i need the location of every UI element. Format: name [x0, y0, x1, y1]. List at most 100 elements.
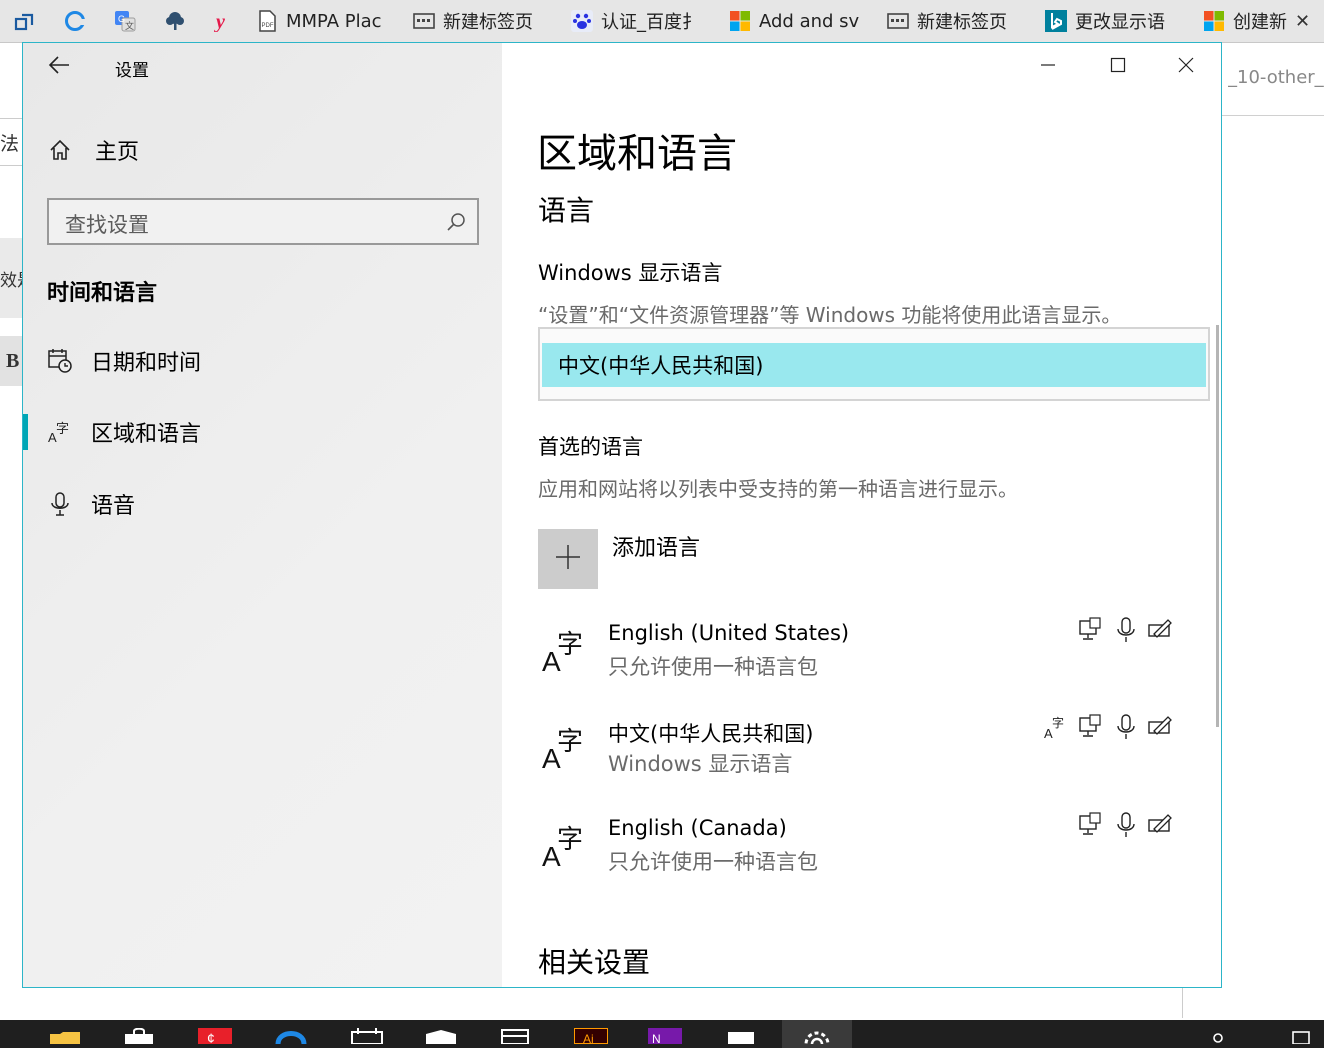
- background-left-block: B: [0, 336, 22, 386]
- svg-text:N: N: [652, 1032, 661, 1044]
- maximize-icon: [1110, 57, 1126, 77]
- background-left-text: B: [6, 350, 20, 372]
- handwriting-icon: [1148, 812, 1172, 838]
- svg-text:字: 字: [56, 422, 69, 437]
- browser-tab-mmpa[interactable]: PDF MMPA Plac: [246, 0, 404, 42]
- taskbar-file-explorer[interactable]: [32, 1020, 98, 1048]
- browser-tab-edge[interactable]: [50, 0, 101, 42]
- edge-browser-icon: [64, 10, 86, 32]
- sidebar-item-label: 日期和时间: [91, 351, 202, 376]
- dropdown-selected-value: 中文(中华人民共和国): [558, 354, 764, 378]
- dropdown-selected-item[interactable]: 中文(中华人民共和国): [542, 343, 1206, 387]
- display-language-dropdown[interactable]: 中文(中华人民共和国): [538, 327, 1210, 401]
- sidebar-section-title: 时间和语言: [47, 281, 158, 306]
- taskbar-illustrator[interactable]: Ai: [558, 1020, 624, 1048]
- minimize-button[interactable]: [1014, 43, 1082, 91]
- taskbar-white-app[interactable]: [708, 1020, 774, 1048]
- browser-tab-create[interactable]: 创建新 ✕: [1193, 0, 1324, 42]
- browser-tab-restore[interactable]: [0, 0, 51, 42]
- svg-text:Ai: Ai: [583, 1032, 594, 1044]
- maximize-button[interactable]: [1084, 43, 1152, 91]
- language-list-item[interactable]: A字 English (United States) 只允许使用一种语言包: [538, 617, 1178, 697]
- add-language-label[interactable]: 添加语言: [612, 530, 700, 562]
- svg-text:y: y: [214, 11, 225, 32]
- sidebar-item-label: 区域和语言: [91, 422, 202, 447]
- taskbar-calendar[interactable]: [334, 1020, 400, 1048]
- settings-window: 设置 主页 查找设置 时间和语言 日期和时间 A字 区域和语言 语音 区域和语言…: [22, 42, 1222, 988]
- browser-tab-bing[interactable]: 更改显示语: [1035, 0, 1194, 42]
- svg-text:字: 字: [557, 825, 583, 855]
- scrollbar-thumb[interactable]: [1216, 325, 1219, 727]
- sidebar-item-home[interactable]: 主页: [23, 122, 502, 178]
- settings-sidebar: 设置 主页 查找设置 时间和语言 日期和时间 A字 区域和语言 语音: [23, 43, 502, 987]
- taskbar-notification[interactable]: [1276, 1020, 1324, 1048]
- background-url-text: _10-other_se: [1228, 67, 1324, 88]
- settings-gear-icon: [800, 1026, 834, 1048]
- language-icon: A字: [538, 822, 586, 872]
- browser-tab-baidu[interactable]: 认证_百度扌: [561, 0, 720, 42]
- settings-main-pane: 区域和语言 语言 Windows 显示语言 “设置”和“文件资源管理器”等 Wi…: [502, 43, 1221, 987]
- taskbar-settings[interactable]: [782, 1020, 852, 1048]
- sidebar-item-speech[interactable]: 语音: [23, 476, 502, 532]
- browser-tab-title: 更改显示语: [1075, 12, 1165, 33]
- settings-search-box[interactable]: 查找设置: [47, 198, 479, 245]
- browser-tab-strip: G文 y PDF MMPA Plac 新建标签页 认证_百度扌 Add and …: [0, 0, 1324, 43]
- browser-tab-newtab-1[interactable]: 新建标签页: [403, 0, 562, 42]
- mail-icon: [424, 1029, 458, 1048]
- sidebar-item-region-language[interactable]: A字 区域和语言: [23, 404, 502, 460]
- back-arrow-icon[interactable]: [47, 53, 71, 77]
- taskbar-people[interactable]: [1188, 1020, 1248, 1048]
- display-icon: [1078, 714, 1102, 740]
- display-icon: [1078, 617, 1102, 643]
- notification-icon: [1285, 1026, 1315, 1048]
- close-button[interactable]: [1152, 43, 1220, 91]
- tab-close-icon[interactable]: ✕: [1295, 11, 1310, 32]
- microsoft-logo-icon: [729, 10, 751, 32]
- svg-text:¢: ¢: [207, 1030, 215, 1044]
- browser-tab-title: 创建新: [1233, 12, 1287, 33]
- related-settings-heading: 相关设置: [538, 946, 651, 979]
- search-placeholder: 查找设置: [65, 213, 149, 237]
- browser-tab-tree[interactable]: [150, 0, 201, 42]
- svg-text:字: 字: [557, 727, 583, 757]
- svg-text:G: G: [118, 14, 125, 24]
- plus-icon: [554, 543, 582, 575]
- sidebar-item-label: 语音: [91, 494, 136, 519]
- tree-icon: [164, 10, 186, 32]
- taskbar-red-app[interactable]: ¢: [182, 1020, 248, 1048]
- language-name: English (Canada): [608, 816, 787, 840]
- window-restore-icon: [14, 10, 36, 32]
- background-left-field: 法: [0, 118, 22, 166]
- browser-tab-translate[interactable]: G文: [100, 0, 151, 42]
- background-page-corner: [1182, 988, 1324, 1018]
- search-icon[interactable]: [445, 211, 467, 233]
- taskbar-mail[interactable]: [408, 1020, 474, 1048]
- browser-tab-title: 认证_百度扌: [601, 12, 700, 33]
- add-language-button[interactable]: [538, 529, 598, 589]
- display-language-description: “设置”和“文件资源管理器”等 Windows 功能将使用此语言显示。: [538, 303, 1122, 327]
- edge-icon: [274, 1028, 308, 1048]
- language-list-item[interactable]: A字 English (Canada) 只允许使用一种语言包: [538, 812, 1178, 892]
- language-description: 只允许使用一种语言包: [608, 850, 818, 874]
- browser-tab-title: 新建标签页: [443, 12, 533, 33]
- language-list-item[interactable]: A字 中文(中华人民共和国) Windows 显示语言 A字: [538, 714, 1178, 794]
- calculator-icon: [498, 1028, 532, 1048]
- taskbar-store[interactable]: [106, 1020, 172, 1048]
- display-icon: [1078, 812, 1102, 838]
- browser-tab-title: MMPA Plac: [286, 10, 382, 32]
- microphone-icon: [1114, 617, 1138, 643]
- browser-tab-add[interactable]: Add and sv: [719, 0, 878, 42]
- browser-tab-title: Add and sv: [759, 10, 860, 32]
- window-title: 设置: [115, 61, 149, 81]
- close-icon: [1178, 57, 1194, 77]
- illustrator-icon: Ai: [573, 1027, 609, 1048]
- microsoft-logo-icon: [1203, 10, 1225, 32]
- taskbar-edge[interactable]: [258, 1020, 324, 1048]
- taskbar-calculator[interactable]: [482, 1020, 548, 1048]
- svg-text:文: 文: [125, 20, 134, 31]
- taskbar-onenote[interactable]: N: [632, 1020, 698, 1048]
- browser-tab-newtab-2[interactable]: 新建标签页: [877, 0, 1036, 42]
- sidebar-item-date-time[interactable]: 日期和时间: [23, 333, 502, 389]
- language-description: Windows 显示语言: [608, 752, 793, 776]
- browser-tab-y[interactable]: y: [200, 0, 247, 42]
